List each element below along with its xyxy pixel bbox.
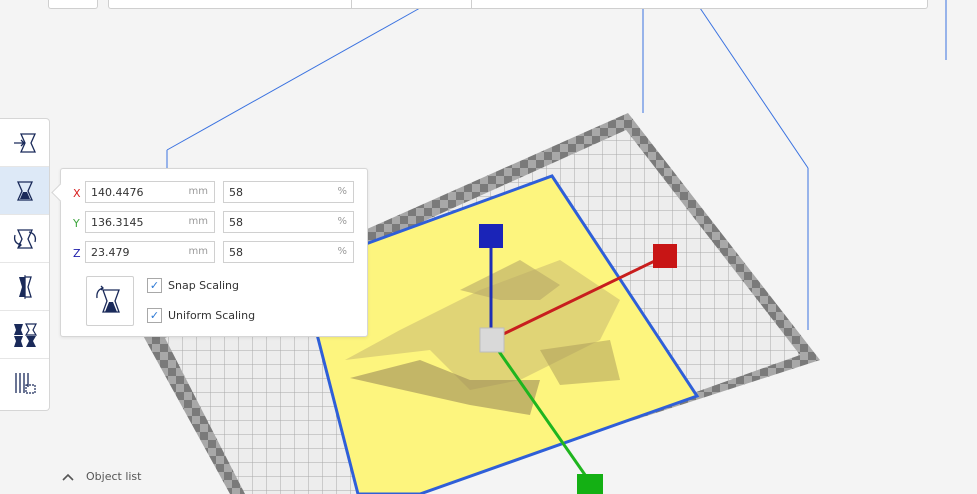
z-percent-unit: % bbox=[337, 246, 347, 257]
per-model-settings-icon bbox=[13, 322, 37, 347]
z-axis-label: Z bbox=[73, 247, 81, 260]
per-model-settings-button[interactable] bbox=[0, 311, 49, 359]
lock-model-icon bbox=[96, 285, 120, 313]
x-size-field[interactable]: 140.4476 mm bbox=[85, 181, 215, 203]
x-percent-value: 58 bbox=[229, 186, 243, 199]
move-tool-icon bbox=[13, 132, 36, 153]
y-percent-value: 58 bbox=[229, 216, 243, 229]
mirror-tool-icon bbox=[18, 274, 32, 299]
support-blocker-button[interactable] bbox=[0, 359, 49, 407]
y-percent-field[interactable]: 58 % bbox=[223, 211, 354, 233]
uniform-scaling-checkbox[interactable]: ✓ bbox=[147, 308, 162, 323]
y-percent-unit: % bbox=[337, 216, 347, 227]
x-percent-field[interactable]: 58 % bbox=[223, 181, 354, 203]
snap-scaling-label: Snap Scaling bbox=[168, 279, 240, 292]
rotate-tool-icon bbox=[13, 228, 36, 249]
rotate-tool-button[interactable] bbox=[0, 215, 49, 263]
tool-panel bbox=[0, 118, 50, 411]
x-percent-unit: % bbox=[337, 186, 347, 197]
x-size-value: 140.4476 bbox=[91, 186, 144, 199]
y-size-field[interactable]: 136.3145 mm bbox=[85, 211, 215, 233]
scale-settings-panel: X 140.4476 mm 58 % Y 136.3145 mm 58 % Z … bbox=[60, 168, 368, 337]
move-tool-button[interactable] bbox=[0, 119, 49, 167]
z-size-value: 23.479 bbox=[91, 246, 130, 259]
y-size-value: 136.3145 bbox=[91, 216, 144, 229]
scale-tool-button[interactable] bbox=[0, 167, 49, 215]
x-axis-label: X bbox=[73, 187, 81, 200]
mirror-tool-button[interactable] bbox=[0, 263, 49, 311]
z-size-unit: mm bbox=[188, 246, 208, 257]
chevron-up-icon bbox=[62, 473, 74, 481]
z-percent-value: 58 bbox=[229, 246, 243, 259]
uniform-scaling-label: Uniform Scaling bbox=[168, 309, 256, 322]
scale-tool-icon bbox=[16, 180, 33, 201]
y-size-unit: mm bbox=[188, 216, 208, 227]
lock-model-button[interactable] bbox=[86, 276, 134, 326]
z-percent-field[interactable]: 58 % bbox=[223, 241, 354, 263]
object-list-label: Object list bbox=[86, 470, 142, 483]
support-blocker-icon bbox=[14, 373, 36, 394]
snap-scaling-checkbox[interactable]: ✓ bbox=[147, 278, 162, 293]
object-list-toggle[interactable]: Object list bbox=[62, 470, 141, 483]
stage-menu-bar bbox=[48, 0, 98, 9]
y-axis-label: Y bbox=[73, 217, 80, 230]
x-size-unit: mm bbox=[188, 186, 208, 197]
z-size-field[interactable]: 23.479 mm bbox=[85, 241, 215, 263]
print-setup-bar[interactable] bbox=[108, 0, 928, 9]
